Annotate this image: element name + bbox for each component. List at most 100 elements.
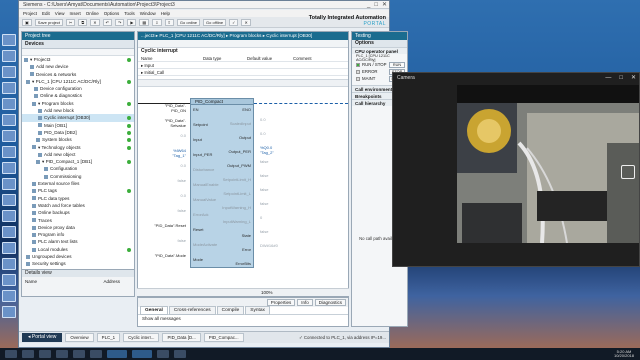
minimize-button[interactable]: — xyxy=(605,73,611,83)
tree-item[interactable]: PLC alarm text lists xyxy=(22,238,134,245)
tab-diagnostics[interactable]: Diagnostics xyxy=(314,299,346,306)
tree-item[interactable]: External source files xyxy=(22,180,134,187)
maximize-button[interactable]: □ xyxy=(374,1,378,9)
pid-output-pin[interactable]: SetpointLimit_H xyxy=(223,177,251,182)
upload-icon[interactable]: ⇧ xyxy=(164,18,174,26)
tree-item[interactable]: ▾ Technology objects xyxy=(22,144,134,151)
go-offline-button[interactable]: Go offline xyxy=(203,18,227,26)
desktop-icon[interactable] xyxy=(2,258,16,270)
tree-item[interactable]: ▾ Program blocks xyxy=(22,100,134,107)
desktop-icon[interactable] xyxy=(2,82,16,94)
editor-task-cyclic[interactable]: Cyclic interr... xyxy=(123,333,160,342)
check-icon[interactable]: ✓ xyxy=(229,18,239,26)
desktop-icon[interactable] xyxy=(2,114,16,126)
tree-item[interactable]: ▾ Project3 xyxy=(22,56,134,63)
pid-input-pin[interactable]: ManualValue xyxy=(193,197,216,202)
tree-item[interactable]: Online & diagnostics xyxy=(22,92,134,99)
output-operand[interactable]: 0.0 xyxy=(260,117,266,123)
input-operand[interactable]: 0.0 xyxy=(180,163,186,169)
pid-input-pin[interactable]: Input xyxy=(193,137,202,142)
pid-compact-block[interactable]: PID_Compact EN Setpoint Input Input_PER Dist… xyxy=(190,98,254,268)
tree-item[interactable]: Add new object xyxy=(22,151,134,158)
tab-syntax[interactable]: Syntax xyxy=(245,306,270,315)
tree-item[interactable]: Security settings xyxy=(22,260,134,267)
interface-row[interactable]: ▸ Input xyxy=(138,62,348,69)
pid-output-pin[interactable]: SetpointLimit_L xyxy=(223,191,251,196)
pid-output-pin[interactable]: ENO xyxy=(242,107,251,112)
output-operand[interactable]: DW#16#0 xyxy=(260,243,278,249)
menu-options[interactable]: Options xyxy=(104,10,120,17)
pid-input-pin[interactable]: Input_PER xyxy=(193,152,212,157)
portal-view-button[interactable]: ◂ Portal view xyxy=(22,333,63,342)
output-operand[interactable]: false xyxy=(260,229,268,235)
pid-output-pin[interactable]: Output_PER xyxy=(229,149,251,154)
edge-icon[interactable] xyxy=(56,350,68,358)
desktop-icon[interactable] xyxy=(2,162,16,174)
pid-output-pin[interactable]: Output xyxy=(239,135,251,140)
editor-task-overview[interactable]: Overview xyxy=(65,333,94,342)
store-icon[interactable] xyxy=(90,350,102,358)
desktop-icon[interactable] xyxy=(2,290,16,302)
input-operand[interactable]: "PID_Data". PID_ON xyxy=(165,103,186,113)
explorer-icon[interactable] xyxy=(73,350,85,358)
pid-output-pin[interactable]: ScaledInput xyxy=(230,121,251,126)
camera-capture-button[interactable] xyxy=(621,165,635,179)
minimize-button[interactable]: _ xyxy=(367,1,370,9)
menu-insert[interactable]: Insert xyxy=(69,10,80,17)
tree-item[interactable]: Add new block xyxy=(22,107,134,114)
search-icon[interactable] xyxy=(22,350,34,358)
input-operand[interactable]: false xyxy=(178,238,186,244)
output-operand[interactable]: false xyxy=(260,173,268,179)
pid-output-pin[interactable]: Output_PWM xyxy=(227,163,251,168)
tree-item[interactable]: Devices & networks xyxy=(22,71,134,78)
desktop-icon[interactable] xyxy=(2,210,16,222)
input-operand[interactable]: false xyxy=(178,178,186,184)
desktop-icon[interactable] xyxy=(2,274,16,286)
pid-input-pin[interactable]: Setpoint xyxy=(193,122,208,127)
details-col-name[interactable]: Name xyxy=(25,279,37,284)
new-project-icon[interactable]: ▣ xyxy=(22,18,32,26)
pid-output-pin[interactable]: ErrorBits xyxy=(235,261,251,266)
output-operand[interactable]: false xyxy=(260,201,268,207)
start-icon[interactable] xyxy=(5,350,17,358)
close-button[interactable]: ✕ xyxy=(382,1,387,9)
system-clock[interactable]: 5:20 AM 10/20/2018 xyxy=(614,349,634,359)
interface-row[interactable]: ▸ Initial_Call xyxy=(138,69,348,76)
tree-item[interactable]: ▾ PID_Compact_1 [DB1] xyxy=(22,158,134,165)
close-icon[interactable]: ✕ xyxy=(241,18,251,26)
download-icon[interactable]: ⇩ xyxy=(152,18,162,26)
editor-task-pidcompact[interactable]: PID_Compac... xyxy=(203,333,244,342)
tab-general[interactable]: General xyxy=(140,306,168,315)
details-col-address[interactable]: Address xyxy=(103,279,120,284)
desktop-icon[interactable] xyxy=(2,306,16,318)
message-filter[interactable]: Show all messages xyxy=(138,315,348,322)
tree-item[interactable]: Online backups xyxy=(22,209,134,216)
tree-item[interactable]: PID_Data [DB2] xyxy=(22,129,134,136)
camera-taskbar-icon[interactable] xyxy=(132,350,152,358)
editor-task-plc[interactable]: PLC_1 xyxy=(96,333,121,342)
desktop-icon[interactable] xyxy=(2,50,16,62)
input-operand[interactable]: 0.0 xyxy=(180,193,186,199)
input-operand[interactable]: "PID_Data".Mode xyxy=(155,253,186,259)
pid-input-pin[interactable]: ErrorAck xyxy=(193,212,209,217)
desktop-icon[interactable] xyxy=(2,226,16,238)
desktop-icon[interactable] xyxy=(2,130,16,142)
tree-item[interactable]: Device proxy data xyxy=(22,224,134,231)
menu-online[interactable]: Online xyxy=(86,10,99,17)
desktop-icon[interactable] xyxy=(2,178,16,190)
tree-item[interactable]: Local modules xyxy=(22,246,134,253)
desktop-icon[interactable] xyxy=(2,34,16,46)
tree-item[interactable]: PLC data types xyxy=(22,195,134,202)
tree-item[interactable]: Main [OB1] xyxy=(22,122,134,129)
cpu-mode-button[interactable]: RUN xyxy=(389,61,405,68)
copy-icon[interactable]: ⧉ xyxy=(78,18,88,26)
tab-properties[interactable]: Properties xyxy=(266,299,296,306)
pid-input-pin[interactable]: Reset xyxy=(193,227,203,232)
tree-item[interactable]: Program info xyxy=(22,231,134,238)
menu-edit[interactable]: Edit xyxy=(42,10,50,17)
pid-output-pin[interactable]: Error xyxy=(242,247,251,252)
input-operand[interactable]: 0.0 xyxy=(180,133,186,139)
tab-cross-references[interactable]: Cross-references xyxy=(168,306,216,315)
redo-icon[interactable]: ↷ xyxy=(114,18,125,26)
output-operand[interactable]: false xyxy=(260,159,268,165)
